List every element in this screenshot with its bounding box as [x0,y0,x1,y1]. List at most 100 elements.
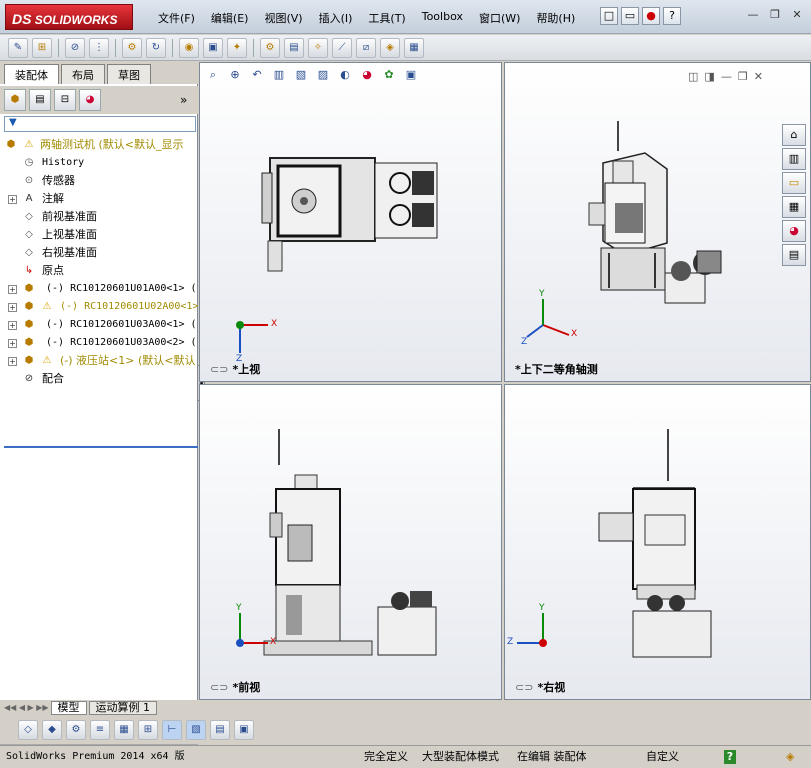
viewport-right[interactable]: Y Z ⊂⊃ *右视 [504,384,811,700]
motion-tool-icon[interactable]: ▧ [186,720,206,740]
assembly-features-icon[interactable]: ▣ [203,37,223,58]
expand-icon[interactable]: + [8,321,17,330]
property-manager-icon[interactable]: ▤ [29,89,51,111]
motion-tool-icon[interactable]: ▣ [234,720,254,740]
tab-nav-icon[interactable]: ◀◀ ◀ ▶ ▶▶ [4,703,49,712]
view-orientation-icon[interactable]: ▧ [292,66,310,84]
expand-icon[interactable]: + [8,339,17,348]
open-folder-icon[interactable]: ▭ [621,7,639,25]
status-rebuild-icon[interactable]: ◈ [786,746,794,768]
tab-sketch[interactable]: 草图 [107,64,151,84]
tree-item-front-plane[interactable]: ◇ 前视基准面 [0,208,198,226]
menu-toolbox[interactable]: Toolbox [414,10,471,26]
tree-filter[interactable]: ▼ [4,116,196,132]
exploded-view-icon[interactable]: ✧ [308,37,328,58]
home-icon[interactable]: ⌂ [782,124,806,146]
custom-properties-icon[interactable]: ▤ [782,244,806,266]
menu-file[interactable]: 文件(F) [150,10,203,26]
bill-of-materials-icon[interactable]: ▤ [284,37,304,58]
section-view-icon[interactable]: ▥ [270,66,288,84]
restore-icon[interactable]: ❐ [767,8,783,22]
hide-show-items-icon[interactable]: ◐ [336,66,354,84]
motion-tool-icon[interactable]: ≡ [90,720,110,740]
previous-view-icon[interactable]: ↶ [248,66,266,84]
viewport-minimize-icon[interactable]: — [721,70,732,83]
explode-line-sketch-icon[interactable]: ⟋ [332,37,352,58]
tree-root[interactable]: ⬢ ⚠ 两轴测试机 (默认<默认_显示 [0,136,198,154]
edit-component-icon[interactable]: ✎ [8,37,28,58]
tree-item-component[interactable]: + ⬢ (-) RC10120601U03A00<2> ( [0,334,198,352]
motion-tool-icon[interactable]: ◇ [18,720,38,740]
interference-detection-icon[interactable]: ⧄ [356,37,376,58]
tab-motion-study[interactable]: 运动算例 1 [88,700,158,715]
view-settings-icon[interactable]: ▣ [402,66,420,84]
appearances-icon[interactable]: ◕ [782,220,806,242]
menu-window[interactable]: 窗口(W) [471,10,528,26]
tab-model[interactable]: 模型 [50,700,87,715]
display-style-icon[interactable]: ▨ [314,66,332,84]
clearance-verification-icon[interactable]: ◈ [380,37,400,58]
motion-tool-icon[interactable]: ▦ [114,720,134,740]
rebuild-icon[interactable]: ● [642,7,660,25]
expand-icon[interactable]: + [8,285,17,294]
viewport-close-icon[interactable]: ✕ [754,70,763,83]
file-explorer-icon[interactable]: ▭ [782,172,806,194]
feature-manager-icon[interactable]: ⬢ [4,89,26,111]
reference-geometry-icon[interactable]: ✦ [227,37,247,58]
tree-item-sensors[interactable]: ⊙ 传感器 [0,172,198,190]
tree-item-history[interactable]: ◷ History [0,154,198,172]
insert-components-icon[interactable]: ⊞ [32,37,52,58]
design-library-icon[interactable]: ▥ [782,148,806,170]
expand-panel-icon[interactable]: » [180,93,187,107]
tree-item-component[interactable]: + ⬢ (-) RC10120601U03A00<1> ( [0,316,198,334]
motion-tool-icon[interactable]: ▤ [210,720,230,740]
viewport-restore-icon[interactable]: ❐ [738,70,748,83]
motion-tool-icon[interactable]: ⊞ [138,720,158,740]
tree-item-right-plane[interactable]: ◇ 右视基准面 [0,244,198,262]
status-custom-units[interactable]: 自定义 [646,746,679,768]
zoom-to-fit-icon[interactable]: ⌕ [204,66,222,84]
edit-appearance-icon[interactable]: ◕ [358,66,376,84]
zoom-to-area-icon[interactable]: ⊕ [226,66,244,84]
expand-icon[interactable]: + [8,303,17,312]
viewport-front[interactable]: X Y ⊂⊃ *前视 [199,384,502,700]
status-help-icon[interactable]: ? [724,750,736,764]
smart-fasteners-icon[interactable]: ⚙ [122,37,142,58]
expand-icon[interactable]: + [8,195,17,204]
move-component-icon[interactable]: ↻ [146,37,166,58]
viewport-top[interactable]: X Z ⊂⊃ *上视 [199,62,502,382]
show-hidden-icon[interactable]: ◉ [179,37,199,58]
tree-item-annotations[interactable]: + A 注解 [0,190,198,208]
link-views-icon[interactable]: ◫ [688,70,698,83]
tree-item-top-plane[interactable]: ◇ 上视基准面 [0,226,198,244]
tab-layout[interactable]: 布局 [61,64,105,84]
help-icon[interactable]: ? [663,7,681,25]
new-motion-study-icon[interactable]: ⚙ [260,37,280,58]
menu-tools[interactable]: 工具(T) [360,10,413,26]
mate-icon[interactable]: ⊘ [65,37,85,58]
tree-item-component[interactable]: + ⬢ (-) RC10120601U01A00<1> ( [0,280,198,298]
motion-tool-icon[interactable]: ⚙ [66,720,86,740]
tree-item-origin[interactable]: ↳ 原点 [0,262,198,280]
motion-tool-icon[interactable]: ◆ [42,720,62,740]
solidworks-logo[interactable]: DS SOLIDWORKS [5,4,133,30]
viewport-isometric[interactable]: X Y Z *上下二等角轴测 [504,62,811,382]
expand-icon[interactable]: + [8,357,17,366]
tree-item-component[interactable]: + ⬢ ⚠ (-) 液压站<1> (默认<默认 [0,352,198,370]
minimize-icon[interactable]: — [745,8,761,22]
display-manager-icon[interactable]: ◕ [79,89,101,111]
new-document-icon[interactable]: □ [600,7,618,25]
view-palette-icon[interactable]: ▦ [782,196,806,218]
apply-scene-icon[interactable]: ✿ [380,66,398,84]
configuration-manager-icon[interactable]: ⊟ [54,89,76,111]
motion-tool-icon[interactable]: ⊢ [162,720,182,740]
split-views-icon[interactable]: ◨ [704,70,714,83]
menu-view[interactable]: 视图(V) [256,10,310,26]
close-icon[interactable]: ✕ [789,8,805,22]
instant3d-icon[interactable]: ▦ [404,37,424,58]
tab-assembly[interactable]: 装配体 [4,64,59,84]
menu-insert[interactable]: 插入(I) [311,10,361,26]
menu-edit[interactable]: 编辑(E) [203,10,257,26]
linear-pattern-icon[interactable]: ⋮ [89,37,109,58]
menu-help[interactable]: 帮助(H) [528,10,583,26]
